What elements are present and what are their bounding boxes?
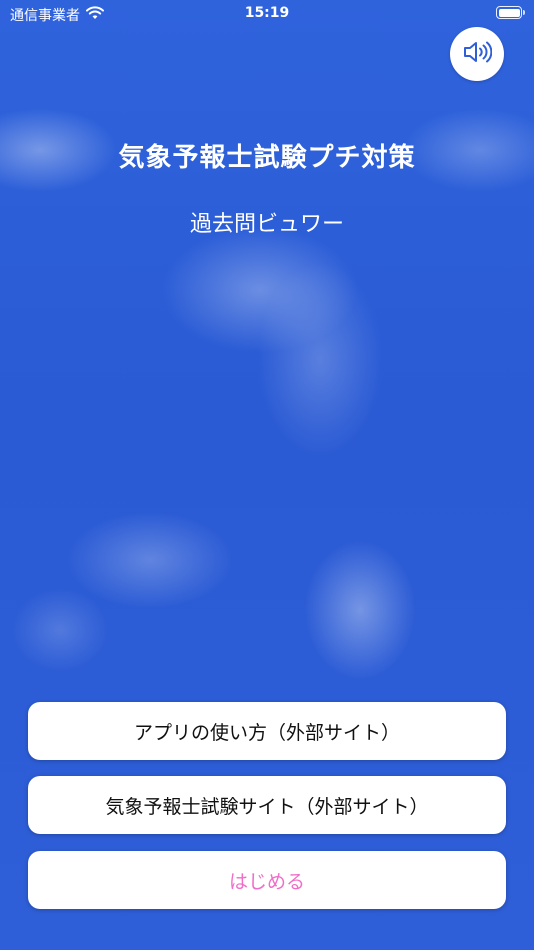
- battery-level: [498, 8, 520, 17]
- status-time: 15:19: [244, 5, 290, 21]
- speaker-icon: [462, 39, 493, 69]
- battery-icon: [496, 6, 525, 19]
- status-bar: 通信事業者 15:19: [0, 0, 534, 28]
- start-button[interactable]: はじめる: [28, 851, 506, 909]
- sound-toggle-button[interactable]: [450, 27, 504, 81]
- app-subtitle: 過去問ビュワー: [189, 212, 344, 237]
- how-to-use-button[interactable]: アプリの使い方（外部サイト）: [28, 702, 506, 760]
- app-title: 気象予報士試験プチ対策: [118, 143, 416, 173]
- exam-site-button[interactable]: 気象予報士試験サイト（外部サイト）: [28, 776, 506, 834]
